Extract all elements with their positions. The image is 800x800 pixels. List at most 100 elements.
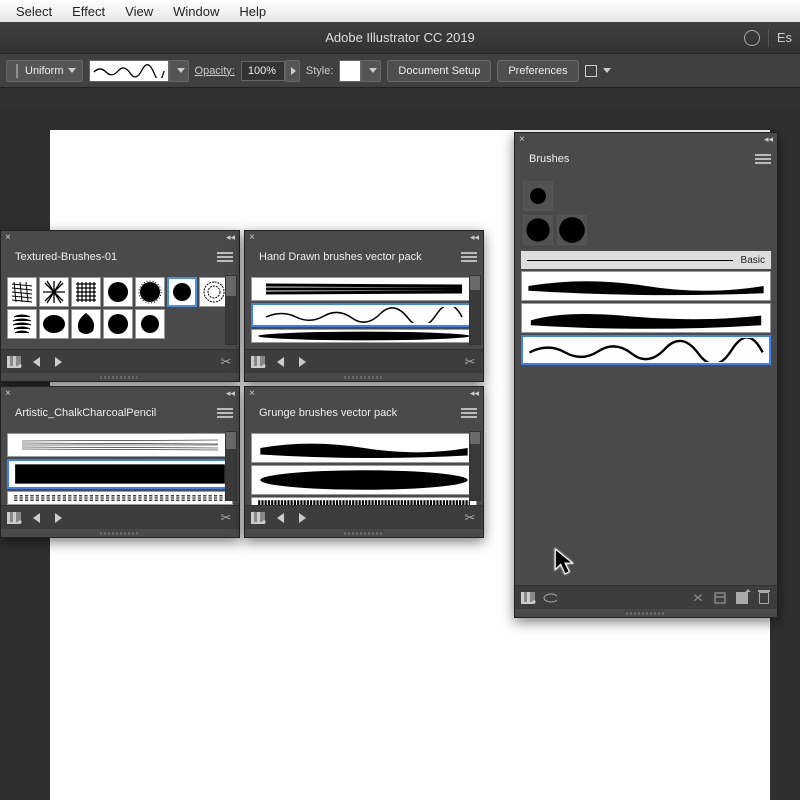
rough-circle-icon — [558, 216, 586, 244]
prev-icon[interactable] — [29, 511, 43, 525]
new-brush-icon[interactable] — [735, 591, 749, 605]
brush-stroke-1[interactable] — [521, 271, 771, 301]
next-icon[interactable] — [51, 355, 65, 369]
brush-strip[interactable] — [7, 491, 233, 505]
brush-thumb[interactable] — [135, 277, 165, 307]
brush-thumb[interactable] — [135, 309, 165, 339]
brush-round-textured-1[interactable] — [523, 215, 553, 245]
close-icon[interactable]: × — [5, 388, 11, 399]
next-icon[interactable] — [295, 511, 309, 525]
brush-thumb[interactable] — [103, 277, 133, 307]
resize-grip[interactable] — [245, 373, 483, 381]
collapse-icon[interactable]: ◂◂ — [226, 232, 235, 243]
opacity-arrow[interactable] — [285, 60, 300, 82]
scissors-icon[interactable]: ✂ — [463, 355, 477, 369]
panel-tab[interactable]: Hand Drawn brushes vector pack — [251, 247, 430, 267]
resize-grip[interactable] — [1, 529, 239, 537]
menu-select[interactable]: Select — [6, 4, 62, 19]
style-swatch[interactable] — [339, 60, 361, 82]
brush-thumb[interactable] — [7, 277, 37, 307]
menu-effect[interactable]: Effect — [62, 4, 115, 19]
brush-strip[interactable] — [251, 465, 477, 495]
panel-body — [245, 271, 483, 349]
panel-menu-icon[interactable] — [217, 252, 233, 262]
collapse-icon[interactable]: ◂◂ — [764, 134, 773, 145]
close-icon[interactable]: × — [249, 388, 255, 399]
panel-menu-icon[interactable] — [755, 154, 771, 164]
panel-menu-icon[interactable] — [461, 408, 477, 418]
libraries-icon[interactable] — [521, 591, 535, 605]
prev-icon[interactable] — [273, 511, 287, 525]
scrollbar[interactable] — [469, 275, 481, 345]
brush-thumb[interactable] — [39, 309, 69, 339]
separator — [768, 29, 769, 47]
panel-menu-icon[interactable] — [461, 252, 477, 262]
remove-stroke-icon[interactable]: ✕ — [690, 591, 707, 605]
document-setup-button[interactable]: Document Setup — [387, 60, 491, 82]
style-dropdown-arrow[interactable] — [361, 60, 381, 82]
options-icon[interactable] — [713, 591, 727, 605]
libraries-icon[interactable] — [7, 355, 21, 369]
brush-preview-dropdown[interactable] — [89, 60, 169, 82]
menu-view[interactable]: View — [115, 4, 163, 19]
brush-thumb[interactable] — [71, 309, 101, 339]
scrollbar[interactable] — [469, 431, 481, 501]
brush-strip[interactable] — [7, 433, 233, 457]
scissors-icon[interactable]: ✂ — [219, 511, 233, 525]
brush-strip-selected[interactable] — [251, 303, 477, 327]
collapse-icon[interactable]: ◂◂ — [470, 388, 479, 399]
brush-thumb[interactable] — [7, 309, 37, 339]
prev-icon[interactable] — [273, 355, 287, 369]
opacity-input[interactable]: 100% — [241, 61, 285, 81]
brushes-tab[interactable]: Brushes — [521, 149, 577, 169]
menu-help[interactable]: Help — [229, 4, 276, 19]
brush-thumb[interactable] — [39, 277, 69, 307]
brush-stroke-2[interactable] — [521, 303, 771, 333]
collapse-icon[interactable]: ◂◂ — [226, 388, 235, 399]
stroke-options-icon[interactable] — [543, 591, 557, 605]
libraries-icon[interactable] — [7, 511, 21, 525]
collapse-icon[interactable]: ◂◂ — [470, 232, 479, 243]
align-icon — [585, 65, 597, 77]
close-icon[interactable]: × — [519, 134, 525, 145]
hand-drawn-panel: × ◂◂ Hand Drawn brushes vector pack ✂ — [244, 230, 484, 382]
close-icon[interactable]: × — [5, 232, 11, 243]
brush-dropdown-arrow[interactable] — [169, 60, 189, 82]
scissors-icon[interactable]: ✂ — [219, 355, 233, 369]
scissors-icon[interactable]: ✂ — [463, 511, 477, 525]
brush-thumb[interactable] — [71, 277, 101, 307]
tips-icon[interactable] — [744, 30, 760, 46]
brush-strip[interactable] — [251, 497, 477, 505]
brush-strip-selected[interactable] — [7, 459, 233, 489]
libraries-icon[interactable] — [251, 355, 265, 369]
brush-strip[interactable] — [251, 277, 477, 301]
brush-strip[interactable] — [251, 329, 477, 343]
prev-icon[interactable] — [29, 355, 43, 369]
next-icon[interactable] — [51, 511, 65, 525]
stroke-type-dropdown[interactable]: Uniform — [6, 60, 83, 82]
libraries-icon[interactable] — [251, 511, 265, 525]
resize-grip[interactable] — [245, 529, 483, 537]
scrollbar[interactable] — [225, 275, 237, 345]
next-icon[interactable] — [295, 355, 309, 369]
panel-tab[interactable]: Textured-Brushes-01 — [7, 247, 125, 267]
brush-thumb-selected[interactable] — [167, 277, 197, 307]
brush-round-solid[interactable] — [523, 181, 553, 211]
delete-brush-icon[interactable] — [757, 591, 771, 605]
resize-grip[interactable] — [1, 373, 239, 381]
menu-window[interactable]: Window — [163, 4, 229, 19]
panel-tab[interactable]: Artistic_ChalkCharcoalPencil — [7, 403, 164, 423]
brush-stroke-selected[interactable] — [521, 335, 771, 365]
panel-footer: ✂ — [245, 349, 483, 373]
scrollbar[interactable] — [225, 431, 237, 501]
align-dropdown[interactable] — [585, 65, 611, 77]
panel-tab[interactable]: Grunge brushes vector pack — [251, 403, 405, 423]
panel-menu-icon[interactable] — [217, 408, 233, 418]
brush-thumb[interactable] — [103, 309, 133, 339]
preferences-button[interactable]: Preferences — [497, 60, 578, 82]
close-icon[interactable]: × — [249, 232, 255, 243]
brush-strip[interactable] — [251, 433, 477, 463]
basic-brush-row[interactable]: Basic — [521, 251, 771, 269]
brush-round-textured-2[interactable] — [557, 215, 587, 245]
resize-grip[interactable] — [515, 609, 777, 617]
